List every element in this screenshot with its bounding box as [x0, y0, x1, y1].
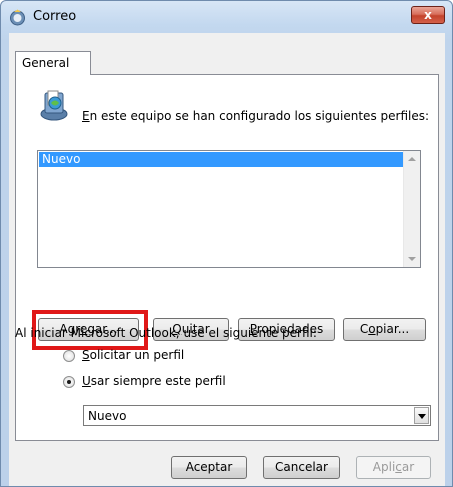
always-profile-radio[interactable] [63, 376, 75, 388]
close-icon: x [424, 8, 432, 22]
apply-label-end: ar [401, 460, 415, 474]
apply-button[interactable]: Aplicar [356, 456, 431, 479]
window-title: Correo [33, 9, 77, 24]
radio-selected-dot [67, 380, 71, 384]
title-bar[interactable]: Correo x [1, 1, 452, 33]
copy-label-accel: o [368, 322, 376, 336]
apply-label-accel: c [395, 460, 402, 474]
profiles-intro: En este equipo se han configurado los si… [82, 109, 429, 123]
profiles-list[interactable]: Nuevo [37, 150, 421, 268]
profiles-icon [40, 90, 68, 121]
list-scrollbar[interactable] [403, 151, 420, 267]
mail-app-icon [10, 9, 25, 26]
copy-label-end: piar... [375, 322, 410, 336]
copy-button[interactable]: Copiar... [343, 318, 426, 341]
ok-button[interactable]: Aceptar [171, 456, 247, 479]
intro-accel: E [82, 109, 90, 123]
profile-select[interactable]: Nuevo [83, 405, 431, 426]
tab-general[interactable]: General [15, 51, 91, 75]
prompt-accel: S [82, 348, 90, 362]
always-text: sar siempre este perfil [90, 374, 226, 388]
scroll-up-icon[interactable] [408, 157, 416, 161]
intro-text: n este equipo se han configurado los sig… [89, 109, 430, 123]
prompt-text: olicitar un perfil [89, 348, 185, 362]
prompt-profile-label[interactable]: Solicitar un perfil [82, 348, 184, 362]
mail-dialog: Correo x General En este equipo se han c… [0, 0, 453, 487]
list-item[interactable]: Nuevo [39, 152, 403, 167]
chevron-down-icon [418, 414, 426, 419]
apply-label-start: Apli [372, 460, 396, 474]
prompt-profile-radio[interactable] [63, 350, 75, 362]
always-profile-label[interactable]: Usar siempre este perfil [82, 374, 226, 388]
general-panel: En este equipo se han configurado los si… [15, 74, 439, 441]
close-button[interactable]: x [411, 6, 445, 24]
dialog-client-area: General En este equipo se han configurad… [9, 33, 445, 486]
copy-label-start: C [359, 322, 369, 336]
profile-select-value: Nuevo [88, 409, 127, 423]
cancel-button[interactable]: Cancelar [263, 456, 340, 479]
startup-profile-label: Al iniciar Microsoft Outlook, use el sig… [15, 326, 317, 340]
profile-select-button[interactable] [414, 407, 429, 424]
always-accel: U [82, 374, 91, 388]
scroll-down-icon[interactable] [408, 257, 416, 261]
